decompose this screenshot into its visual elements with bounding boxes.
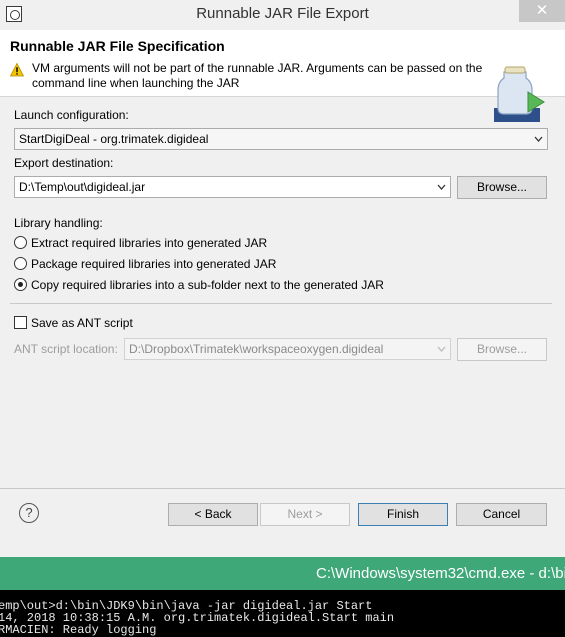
export-destination-label: Export destination:	[14, 156, 114, 170]
console-line: RMACIEN: Ready logging	[0, 623, 157, 637]
radio-package-label[interactable]: Package required libraries into generate…	[31, 257, 276, 271]
chevron-down-icon[interactable]	[437, 183, 446, 191]
chevron-down-icon	[534, 136, 543, 142]
wizard-header: Runnable JAR File Specification VM argum…	[0, 30, 565, 122]
radio-extract-label[interactable]: Extract required libraries into generate…	[31, 236, 267, 250]
cmd-window-title: C:\Windows\system32\cmd.exe - d:\bi	[316, 565, 565, 582]
ant-location-label: ANT script location:	[14, 342, 118, 356]
divider	[10, 303, 552, 304]
save-ant-checkbox[interactable]	[14, 316, 27, 329]
launch-config-label: Launch configuration:	[14, 108, 129, 122]
radio-copy-label[interactable]: Copy required libraries into a sub-folde…	[31, 278, 384, 292]
cancel-button[interactable]: Cancel	[456, 503, 547, 526]
header-message: VM arguments will not be part of the run…	[32, 61, 483, 90]
close-button[interactable]: ✕	[519, 0, 565, 22]
next-button: Next >	[260, 503, 350, 526]
radio-extract-libraries[interactable]	[14, 236, 27, 249]
finish-button[interactable]: Finish	[358, 503, 448, 526]
ant-browse-button: Browse...	[457, 338, 547, 361]
launch-config-value: StartDigiDeal - org.trimatek.digideal	[19, 132, 209, 146]
help-icon[interactable]: ?	[19, 503, 39, 523]
save-ant-label[interactable]: Save as ANT script	[31, 316, 133, 330]
ant-location-value: D:\Dropbox\Trimatek\workspaceoxygen.digi…	[129, 342, 384, 356]
ant-location-input: D:\Dropbox\Trimatek\workspaceoxygen.digi…	[124, 338, 451, 360]
export-dialog: Runnable JAR File Export ✕ Runnable JAR …	[0, 0, 565, 557]
launch-config-select[interactable]: StartDigiDeal - org.trimatek.digideal	[14, 128, 548, 150]
window-title: Runnable JAR File Export	[196, 5, 369, 22]
library-handling-label: Library handling:	[14, 216, 103, 230]
jar-wizard-icon	[494, 66, 545, 122]
radio-package-libraries[interactable]	[14, 257, 27, 270]
warning-icon	[10, 63, 24, 77]
footer-divider	[0, 488, 565, 489]
cmd-console[interactable]: emp\out>d:\bin\JDK9\bin\java -jar digide…	[0, 590, 565, 637]
title-bar: Runnable JAR File Export ✕	[0, 0, 565, 30]
radio-copy-libraries[interactable]	[14, 278, 27, 291]
export-destination-value: D:\Temp\out\digideal.jar	[19, 180, 146, 194]
export-destination-input[interactable]: D:\Temp\out\digideal.jar	[14, 176, 451, 198]
export-browse-button[interactable]: Browse...	[457, 176, 547, 199]
page-title: Runnable JAR File Specification	[10, 38, 225, 54]
back-button[interactable]: < Back	[168, 503, 258, 526]
chevron-down-icon	[437, 346, 446, 352]
